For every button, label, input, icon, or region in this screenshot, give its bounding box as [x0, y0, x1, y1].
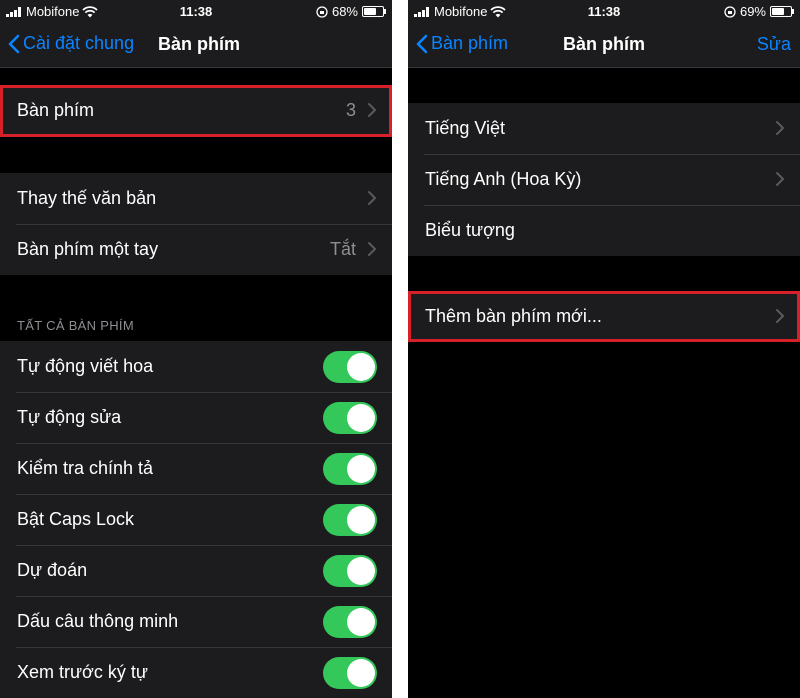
- smart-punctuation-switch[interactable]: [323, 606, 377, 638]
- back-button-label: Cài đặt chung: [23, 33, 135, 53]
- add-new-keyboard-row[interactable]: Thêm bàn phím mới...: [408, 291, 800, 342]
- keyboards-row-label: Bàn phím: [17, 100, 95, 120]
- auto-correction-switch[interactable]: [323, 402, 377, 434]
- toggle-row-label: Dự đoán: [17, 560, 88, 580]
- switch-knob: [347, 455, 375, 483]
- keyboard-item-vietnamese[interactable]: Tiếng Việt: [408, 103, 800, 154]
- switch-knob: [347, 608, 375, 636]
- switch-knob: [347, 506, 375, 534]
- edit-button[interactable]: Sửa: [757, 34, 791, 55]
- battery-percent: 68%: [331, 4, 358, 19]
- toggle-row: Kiểm tra chính tả: [0, 443, 392, 494]
- add-new-keyboard-label: Thêm bàn phím mới...: [425, 306, 602, 326]
- toggle-row: Xem trước ký tự: [0, 647, 392, 698]
- toggle-row-label: Dấu câu thông minh: [17, 611, 179, 631]
- switch-knob: [347, 659, 375, 687]
- keyboards-list-screen: Mobifone 11:38 69% Bàn phím Bàn phím Sửa…: [408, 0, 800, 698]
- keyboards-group: Bàn phím 3: [0, 85, 392, 136]
- battery-icon: [770, 6, 794, 17]
- all-keyboards-header: TẤT CẢ BÀN PHÍM: [17, 318, 134, 333]
- keyboard-item-label: Biểu tượng: [425, 220, 515, 240]
- status-bar: Mobifone 11:38 68%: [0, 0, 392, 22]
- toggle-row-label: Xem trước ký tự: [17, 662, 148, 682]
- chevron-right-icon: [776, 172, 785, 186]
- switch-knob: [347, 353, 375, 381]
- toggle-row: Dự đoán: [0, 545, 392, 596]
- toggle-row: Bật Caps Lock: [0, 494, 392, 545]
- toggle-row-label: Bật Caps Lock: [17, 509, 135, 529]
- toggle-row-label: Tự động viết hoa: [17, 356, 154, 376]
- orientation-lock-icon: [316, 5, 328, 18]
- chevron-right-icon: [368, 242, 377, 256]
- all-keyboards-group: Tự động viết hoa Tự động sửa Kiểm tra ch…: [0, 341, 392, 698]
- options-group: Thay thế văn bản Bàn phím một tay Tắt: [0, 173, 392, 275]
- keyboards-count: 3: [345, 100, 356, 120]
- keyboards-list: Tiếng Việt Tiếng Anh (Hoa Kỳ) Biểu tượng: [408, 103, 800, 256]
- one-handed-keyboard-value: Tắt: [329, 239, 356, 259]
- text-replacement-label: Thay thế văn bản: [17, 188, 157, 208]
- switch-knob: [347, 404, 375, 432]
- caps-lock-switch[interactable]: [323, 504, 377, 536]
- toggle-row-label: Tự động sửa: [17, 407, 122, 427]
- predictive-switch[interactable]: [323, 555, 377, 587]
- chevron-right-icon: [368, 191, 377, 205]
- page-title: Bàn phím: [562, 34, 645, 54]
- chevron-right-icon: [368, 103, 377, 117]
- toggle-row: Tự động sửa: [0, 392, 392, 443]
- battery-percent: 69%: [739, 4, 766, 19]
- add-keyboard-group: Thêm bàn phím mới...: [408, 291, 800, 342]
- check-spelling-switch[interactable]: [323, 453, 377, 485]
- keyboard-item-emoji[interactable]: Biểu tượng: [408, 205, 800, 256]
- one-handed-keyboard-row[interactable]: Bàn phím một tay Tắt: [0, 224, 392, 275]
- switch-knob: [347, 557, 375, 585]
- navigation-bar: Cài đặt chung Bàn phím: [0, 22, 392, 68]
- character-preview-switch[interactable]: [323, 657, 377, 689]
- battery-icon: [362, 6, 386, 17]
- back-button[interactable]: Cài đặt chung: [8, 33, 134, 54]
- navigation-bar: Bàn phím Bàn phím Sửa: [408, 22, 800, 68]
- keyboard-settings-screen: Mobifone 11:38 68% Cài đặt chung Bàn phí…: [0, 0, 392, 698]
- toggle-row: Tự động viết hoa: [0, 341, 392, 392]
- text-replacement-row[interactable]: Thay thế văn bản: [0, 173, 392, 224]
- one-handed-keyboard-label: Bàn phím một tay: [17, 239, 159, 259]
- keyboard-item-label: Tiếng Anh (Hoa Kỳ): [425, 169, 582, 189]
- auto-capitalization-switch[interactable]: [323, 351, 377, 383]
- toggle-row: Dấu câu thông minh: [0, 596, 392, 647]
- keyboard-item-label: Tiếng Việt: [425, 118, 506, 138]
- page-title: Bàn phím: [158, 34, 241, 54]
- chevron-right-icon: [776, 309, 785, 323]
- keyboard-item-english-us[interactable]: Tiếng Anh (Hoa Kỳ): [408, 154, 800, 205]
- chevron-right-icon: [776, 121, 785, 135]
- status-bar: Mobifone 11:38 69%: [408, 0, 800, 22]
- orientation-lock-icon: [724, 5, 736, 18]
- keyboards-row[interactable]: Bàn phím 3: [0, 85, 392, 136]
- chevron-left-icon: [8, 34, 20, 53]
- toggle-row-label: Kiểm tra chính tả: [17, 458, 154, 478]
